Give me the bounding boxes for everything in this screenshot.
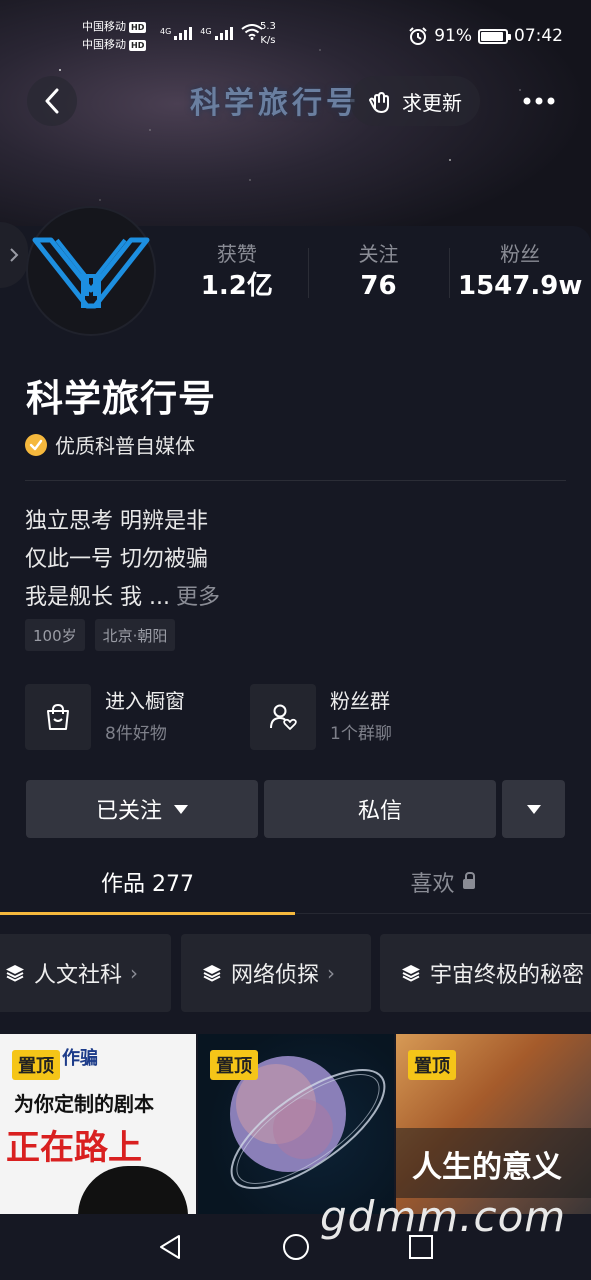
feature-subtitle: 8件好物 — [105, 724, 167, 744]
collection-chip[interactable]: 网络侦探 › — [181, 934, 371, 1012]
carrier-info: 中国移动 HD 中国移动 HD — [82, 18, 147, 54]
tag-location: 北京·朝阳 — [94, 619, 176, 651]
divider — [25, 480, 566, 481]
message-button[interactable]: 私信 — [264, 780, 496, 838]
verified-check-icon — [25, 433, 47, 456]
hd-badge: HD — [129, 39, 147, 51]
tab-likes[interactable]: 喜欢 — [295, 850, 590, 914]
thumbnail-text: 正在路上 — [6, 1128, 142, 1168]
banner-title: 科学旅行号 — [190, 86, 360, 121]
collection-chip[interactable]: 宇宙终极的秘密 — [380, 934, 591, 1012]
back-button[interactable] — [27, 76, 77, 126]
tab-works-label: 作品 277 — [101, 872, 194, 897]
stat-value: 1547.9w — [458, 271, 583, 301]
thumbnail-text: 作骗 — [62, 1048, 98, 1069]
active-tab-indicator — [0, 912, 295, 915]
tab-works[interactable]: 作品 277 — [0, 850, 295, 915]
bio-line: 我是舰长 我 ... — [25, 585, 170, 610]
battery-percent: 91% — [434, 26, 472, 46]
bio-line: 仅此一号 切勿被骗 — [25, 547, 208, 572]
feature-title: 粉丝群 — [330, 689, 390, 713]
hd-badge: HD — [129, 21, 147, 33]
signal-icon: 4G — [200, 27, 233, 40]
caret-down-icon — [174, 804, 188, 814]
stat-label: 获赞 — [216, 242, 257, 266]
stat-following[interactable]: 关注 76 — [307, 242, 450, 302]
collection-label: 人文社科 — [34, 963, 123, 988]
more-actions-dropdown[interactable] — [502, 780, 565, 838]
lock-icon — [462, 872, 475, 889]
profile-name: 科学旅行号 — [26, 377, 216, 420]
layers-icon — [203, 965, 221, 982]
collection-label: 宇宙终极的秘密 — [430, 963, 585, 988]
chevron-right-icon: › — [130, 961, 139, 985]
layers-icon — [402, 965, 420, 982]
right-status: 91% 07:42 — [408, 26, 563, 46]
pinned-badge: 置顶 — [210, 1050, 258, 1080]
fan-group-entry[interactable]: 粉丝群 1个群聊 — [250, 684, 392, 750]
video-thumbnail[interactable]: 置顶 — [198, 1034, 394, 1214]
collection-label: 网络侦探 — [231, 963, 320, 988]
tag-age: 100岁 — [25, 619, 85, 651]
pinned-badge: 置顶 — [408, 1050, 456, 1080]
request-update-button[interactable]: 求更新 — [350, 76, 480, 126]
chevron-left-icon — [45, 88, 59, 114]
chevron-right-icon — [10, 248, 19, 262]
content-tabs: 作品 277 喜欢 — [0, 850, 591, 915]
carrier-2: 中国移动 — [82, 38, 126, 51]
stat-label: 关注 — [358, 242, 399, 266]
battery-icon — [478, 28, 511, 44]
shopping-bag-icon — [25, 684, 91, 750]
caret-down-icon — [526, 804, 541, 814]
more-dots-icon — [523, 97, 555, 105]
alarm-icon — [409, 27, 427, 45]
logo-v-icon — [32, 237, 150, 309]
verification-badge[interactable]: 优质科普自媒体 — [25, 430, 195, 459]
nav-home-icon[interactable] — [281, 1232, 311, 1262]
nav-back-icon[interactable] — [155, 1232, 185, 1262]
silhouette — [78, 1166, 188, 1214]
feature-subtitle: 1个群聊 — [330, 724, 392, 744]
more-options-button[interactable] — [514, 76, 564, 126]
watermark: gdmm.com — [320, 1192, 567, 1241]
followed-button[interactable]: 已关注 — [26, 780, 258, 838]
status-bar: 中国移动 HD 中国移动 HD 4G 4G 5.3 K/s 91% 07:42 — [0, 18, 591, 54]
video-grid: 置顶 作骗 为你定制的剧本 正在路上 置顶 置顶 人生的意义 — [0, 1034, 591, 1214]
hand-wave-icon — [369, 92, 389, 113]
feature-title: 进入橱窗 — [105, 689, 185, 713]
thumbnail-text: 为你定制的剧本 — [14, 1092, 154, 1116]
followed-label: 已关注 — [95, 799, 162, 824]
profile-bio[interactable]: 独立思考 明辨是非 仅此一号 切勿被骗 我是舰长 我 ... 更多 — [25, 503, 220, 617]
stat-likes[interactable]: 获赞 1.2亿 — [166, 242, 308, 302]
thumbnail-caption: 人生的意义 — [412, 1150, 562, 1185]
message-label: 私信 — [357, 799, 402, 824]
collection-chip[interactable]: 人文社科 › — [0, 934, 171, 1012]
clock: 07:42 — [514, 26, 563, 46]
profile-stats: 获赞 1.2亿 关注 76 粉丝 1547.9w — [166, 242, 591, 302]
stat-followers[interactable]: 粉丝 1547.9w — [449, 242, 591, 302]
request-update-label: 求更新 — [402, 90, 462, 115]
fan-group-icon — [250, 684, 316, 750]
carrier-1: 中国移动 — [82, 20, 126, 33]
verification-text: 优质科普自媒体 — [55, 434, 195, 458]
video-thumbnail[interactable]: 置顶 人生的意义 — [396, 1034, 591, 1214]
video-thumbnail[interactable]: 置顶 作骗 为你定制的剧本 正在路上 — [0, 1034, 196, 1214]
signal-icon: 4G — [160, 27, 193, 40]
layers-icon — [6, 965, 24, 982]
avatar[interactable] — [26, 206, 156, 336]
shop-window-entry[interactable]: 进入橱窗 8件好物 — [25, 684, 185, 750]
chevron-right-icon: › — [327, 961, 336, 985]
collection-list: 人文社科 › 网络侦探 › 宇宙终极的秘密 — [0, 934, 591, 1012]
bio-more-link[interactable]: 更多 — [176, 585, 220, 610]
stat-label: 粉丝 — [500, 242, 541, 266]
stat-value: 76 — [360, 271, 397, 301]
network-speed: 5.3 K/s — [260, 21, 276, 46]
bio-line: 独立思考 明辨是非 — [25, 509, 208, 534]
profile-tags: 100岁 北京·朝阳 — [25, 619, 176, 651]
tab-likes-label: 喜欢 — [410, 872, 455, 897]
pinned-badge: 置顶 — [12, 1050, 60, 1080]
stat-value: 1.2亿 — [200, 271, 273, 301]
signal-icons: 4G 4G — [160, 24, 263, 40]
